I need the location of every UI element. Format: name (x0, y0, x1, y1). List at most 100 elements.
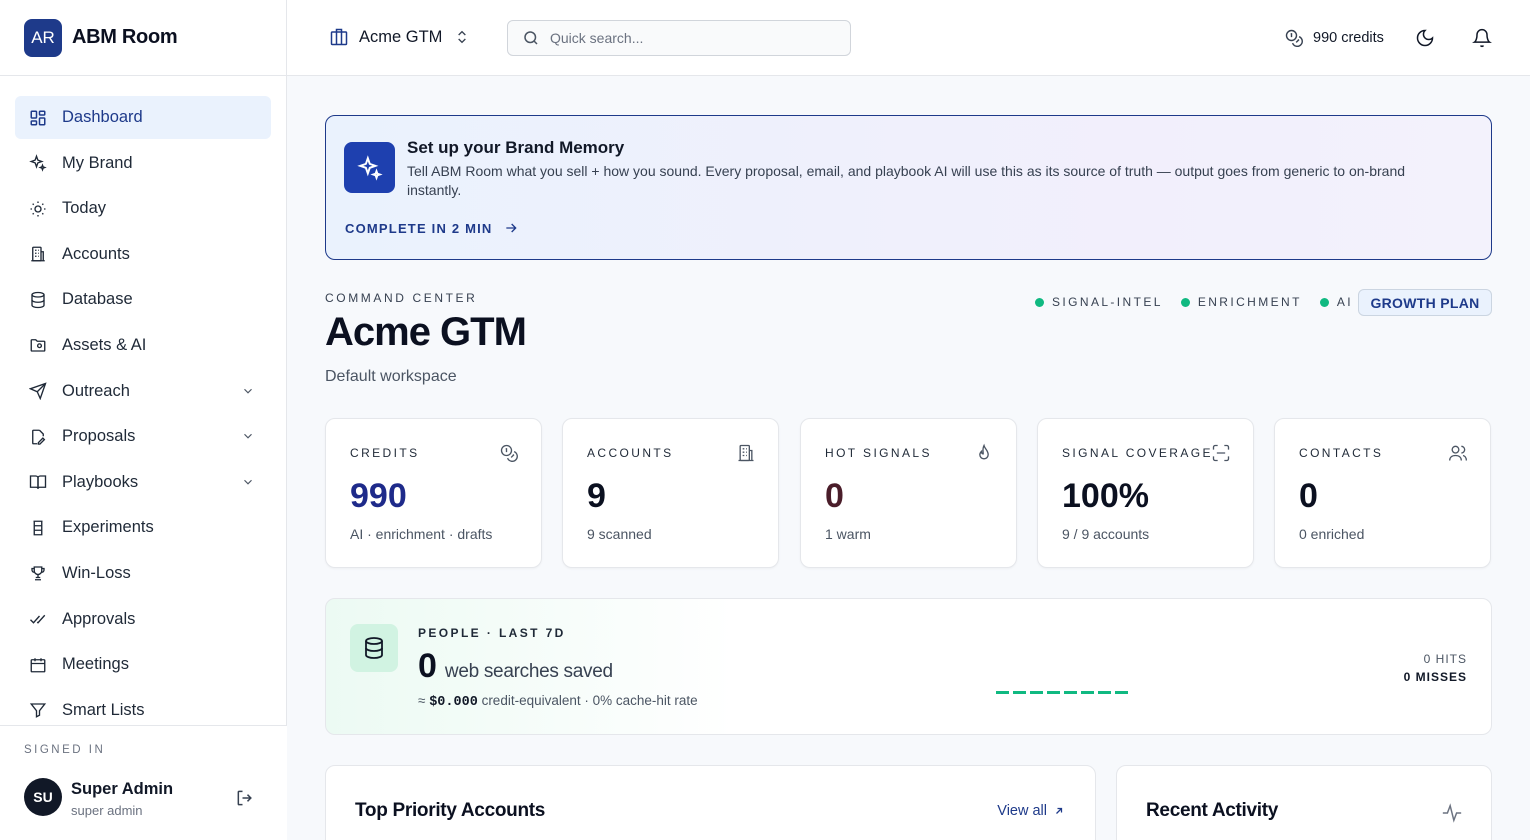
app-logo[interactable]: AR (24, 18, 62, 57)
sparkline (996, 691, 1128, 694)
sidebar-item-my-brand[interactable]: My Brand (15, 142, 271, 185)
signed-in-panel: SIGNED IN SU Super Admin super admin (0, 725, 287, 840)
chevron-down-icon[interactable] (241, 429, 255, 443)
logout-icon[interactable] (235, 788, 255, 808)
stat-subtext: 0 enriched (1299, 526, 1365, 542)
people-metric: 0 web searches saved (418, 647, 613, 686)
arrow-up-right-icon (1053, 805, 1065, 817)
sparkles-icon (344, 142, 395, 193)
chevron-down-icon[interactable] (241, 384, 255, 398)
stat-label: HOT SIGNALS (825, 446, 932, 460)
moon-icon[interactable] (1415, 28, 1435, 48)
status-ai: AI (1319, 295, 1353, 309)
brand-memory-banner: Set up your Brand Memory Tell ABM Room w… (325, 115, 1492, 260)
folder-icon (29, 336, 47, 354)
stat-card-accounts[interactable]: ACCOUNTS 9 9 scanned (562, 418, 779, 568)
sidebar-item-label: Database (62, 290, 133, 309)
flame-icon (974, 443, 994, 463)
sidebar-item-meetings[interactable]: Meetings (15, 643, 271, 686)
sidebar-item-label: Approvals (62, 609, 136, 628)
section-label: COMMAND CENTER (325, 291, 478, 305)
sidebar-item-label: Win-Loss (62, 563, 131, 582)
cta-label: COMPLETE IN 2 MIN (345, 220, 493, 236)
sidebar-item-approvals[interactable]: Approvals (15, 598, 271, 641)
sidebar: AR ABM Room Dashboard My Brand Today Acc… (0, 0, 287, 840)
sidebar-item-label: Playbooks (62, 472, 139, 491)
footnote-text: credit-equivalent · 0% cache-hit rate (481, 693, 698, 708)
sparkline-bar (1047, 691, 1060, 694)
sidebar-item-outreach[interactable]: Outreach (15, 370, 271, 413)
card-title: Recent Activity (1146, 800, 1279, 821)
top-bar: Acme GTM 990 credits (287, 0, 1530, 76)
user-name: Super Admin (71, 780, 174, 798)
app-name: ABM Room (72, 26, 178, 48)
recent-activity-card: Recent Activity (1116, 765, 1492, 840)
search-input[interactable] (550, 30, 830, 46)
approx-symbol: ≈ (418, 693, 426, 708)
sparkline-bar (1115, 691, 1128, 694)
sun-icon (29, 200, 47, 218)
people-savings-panel: PEOPLE · LAST 7D 0 web searches saved ≈ … (325, 598, 1492, 735)
sidebar-item-proposals[interactable]: Proposals (15, 415, 271, 458)
sidebar-item-database[interactable]: Database (15, 278, 271, 321)
chevron-down-icon[interactable] (241, 475, 255, 489)
banner-title: Set up your Brand Memory (407, 138, 625, 157)
service-status-list: SIGNAL-INTEL ENRICHMENT AI (1035, 295, 1371, 309)
quick-search[interactable] (507, 20, 851, 56)
stat-value: 0 (1299, 477, 1318, 515)
sidebar-item-experiments[interactable]: Experiments (15, 506, 271, 549)
credits-indicator[interactable]: 990 credits (1284, 28, 1384, 48)
people-label: PEOPLE · LAST 7D (418, 626, 566, 640)
avatar[interactable]: SU (24, 778, 62, 816)
plan-badge[interactable]: GROWTH PLAN (1358, 289, 1492, 316)
stat-card-hot-signals[interactable]: HOT SIGNALS 0 1 warm (800, 418, 1017, 568)
view-all-label: View all (997, 803, 1047, 819)
workspace-switcher[interactable]: Acme GTM (329, 27, 470, 47)
view-all-link[interactable]: View all (997, 803, 1065, 819)
stat-value: 0 (825, 477, 844, 515)
status-dot (1319, 297, 1329, 307)
sidebar-item-dashboard[interactable]: Dashboard (15, 96, 271, 139)
sidebar-item-playbooks[interactable]: Playbooks (15, 461, 271, 504)
stat-value: 9 (587, 477, 606, 515)
stat-card-contacts[interactable]: CONTACTS 0 0 enriched (1274, 418, 1491, 568)
search-icon (522, 29, 540, 47)
sidebar-item-today[interactable]: Today (15, 187, 271, 230)
people-value: 0 (418, 647, 437, 685)
book-icon (29, 473, 47, 491)
stat-subtext: 9 / 9 accounts (1062, 526, 1150, 542)
stat-card-credits[interactable]: CREDITS 990 AI · enrichment · drafts (325, 418, 542, 568)
stat-label: SIGNAL COVERAGE (1062, 446, 1213, 460)
stat-subtext: 1 warm (825, 526, 871, 542)
hits-count: 0 HITS (1423, 652, 1467, 666)
building-icon (736, 443, 756, 463)
bell-icon[interactable] (1472, 28, 1492, 48)
status-signal-intel: SIGNAL-INTEL (1035, 295, 1163, 309)
page-subtitle: Default workspace (325, 368, 457, 385)
sidebar-item-accounts[interactable]: Accounts (15, 233, 271, 276)
brand-header: AR ABM Room (0, 0, 286, 76)
database-icon (350, 624, 398, 672)
filter-icon (29, 701, 47, 719)
send-icon (29, 382, 47, 401)
card-title: Top Priority Accounts (355, 800, 546, 821)
sparkline-bar (1098, 691, 1111, 694)
people-footnote: ≈ $0.000 credit-equivalent · 0% cache-hi… (418, 693, 698, 710)
sidebar-item-label: Today (62, 199, 107, 218)
coins-icon (499, 443, 519, 463)
cache-stats: 0 HITS 0 MISSES (1404, 650, 1467, 686)
user-role: super admin (71, 803, 143, 818)
stat-subtext: AI · enrichment · drafts (350, 526, 493, 542)
workspace-name: Acme GTM (359, 27, 443, 46)
arrow-right-icon (503, 220, 519, 236)
sidebar-item-assets-ai[interactable]: Assets & AI (15, 324, 271, 367)
dashboard-grid-icon (29, 109, 47, 127)
status-enrichment: ENRICHMENT (1180, 295, 1302, 309)
stat-card-signal-coverage[interactable]: SIGNAL COVERAGE 100% 9 / 9 accounts (1037, 418, 1254, 568)
calendar-icon (29, 656, 47, 674)
sidebar-item-label: Outreach (62, 381, 130, 400)
double-check-icon (29, 610, 47, 628)
complete-setup-link[interactable]: COMPLETE IN 2 MIN (345, 220, 519, 236)
sidebar-item-win-loss[interactable]: Win-Loss (15, 552, 271, 595)
sidebar-nav: Dashboard My Brand Today Accounts Databa… (15, 96, 271, 734)
